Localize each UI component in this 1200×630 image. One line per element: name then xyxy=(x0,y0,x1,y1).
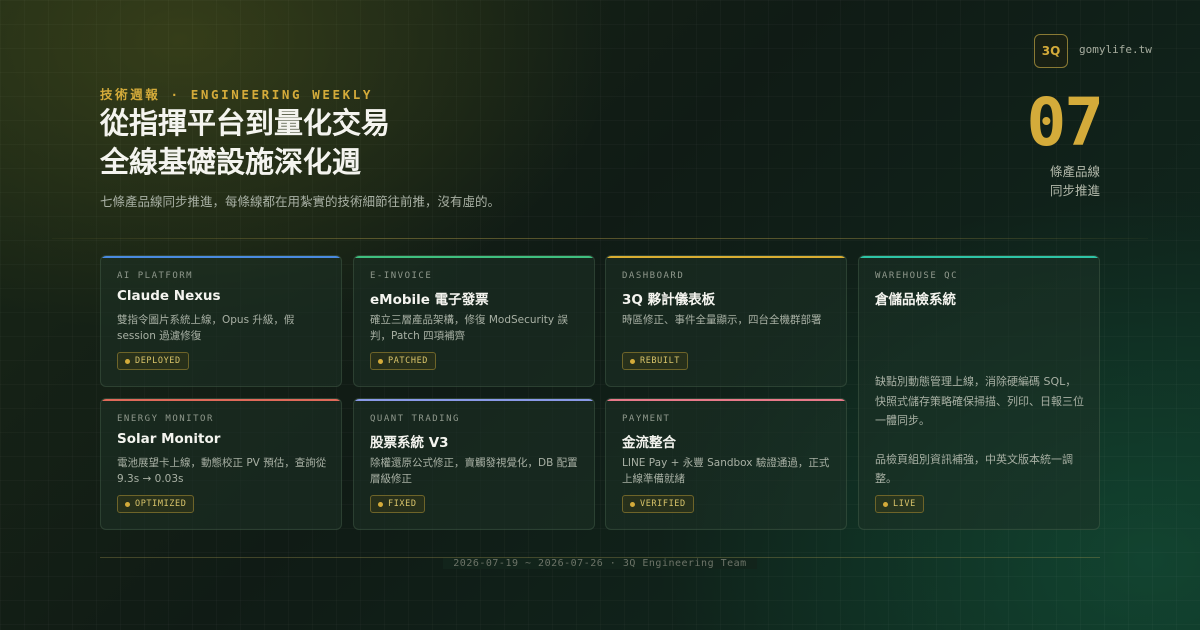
status-badge-label: FIXED xyxy=(388,499,417,509)
card-description: 雙指令圖片系統上線，Opus 升級，假 session 過濾修復 xyxy=(117,314,295,342)
card-description: 電池展望卡上線，動態校正 PV 預估，查詢從 9.3s → 0.03s xyxy=(117,457,327,485)
stat-label-line2: 同步推進 xyxy=(1049,183,1100,198)
card-category: WAREHOUSE QC xyxy=(875,271,959,281)
card-description: 時區修正、事件全量顯示，四台全機群部署 xyxy=(622,314,822,326)
status-badge-label: PATCHED xyxy=(388,356,429,366)
card-dashboard: DASHBOARD 3Q 夥計儀表板 時區修正、事件全量顯示，四台全機群部署 R… xyxy=(605,255,847,387)
card-title: 股票系統 V3 xyxy=(370,435,449,451)
status-dot-icon xyxy=(125,358,130,364)
status-dot-icon xyxy=(883,501,888,507)
status-dot-icon xyxy=(378,501,383,507)
status-badge-label: OPTIMIZED xyxy=(135,499,187,509)
footer-text: 2026-07-19 ~ 2026-07-26 · 3Q Engineering… xyxy=(443,558,757,569)
card-title: 金流整合 xyxy=(622,435,676,451)
status-dot-icon xyxy=(630,501,635,507)
page-subtitle: 七條產品線同步推進，每條線都在用紮實的技術細節往前推，沒有虛的。 xyxy=(100,194,501,209)
brand-domain: gomylife.tw xyxy=(1079,43,1152,56)
card-title: 3Q 夥計儀表板 xyxy=(622,292,716,308)
card-category: AI PLATFORM xyxy=(117,271,194,281)
card-e-invoice: E-INVOICE eMobile 電子發票 確立三層產品架構，修復 ModSe… xyxy=(353,255,595,387)
card-description: 確立三層產品架構，修復 ModSecurity 誤判，Patch 四項補齊 xyxy=(370,314,568,342)
status-badge: VERIFIED xyxy=(622,495,694,513)
page-title-line2: 全線基礎設施深化週 xyxy=(100,145,362,179)
header-divider xyxy=(52,238,1148,239)
status-badge: DEPLOYED xyxy=(117,352,189,370)
status-badge: LIVE xyxy=(875,495,924,513)
status-dot-icon xyxy=(630,358,635,364)
kicker: 技術週報 · ENGINEERING WEEKLY xyxy=(100,87,374,102)
card-category: ENERGY MONITOR xyxy=(117,414,214,424)
card-title: 倉儲品檢系統 xyxy=(875,292,956,308)
card-payment: PAYMENT 金流整合 LINE Pay + 永豐 Sandbox 驗證通過，… xyxy=(605,398,847,530)
card-category: DASHBOARD xyxy=(622,271,685,281)
card-ai-platform: AI PLATFORM Claude Nexus 雙指令圖片系統上線，Opus … xyxy=(100,255,342,387)
card-description-paragraph: 缺點別動態管理上線，消除硬編碼 SQL，快照式儲存策略確保掃描、列印、日報三位一… xyxy=(875,375,1084,427)
card-description-paragraph: 品檢頁組別資訊補強，中英文版本統一調整。 xyxy=(875,452,1073,486)
status-badge: PATCHED xyxy=(370,352,437,370)
card-title: Solar Monitor xyxy=(117,431,221,447)
card-category: QUANT TRADING xyxy=(370,414,460,424)
card-description: LINE Pay + 永豐 Sandbox 驗證通過，正式上線準備就緒 xyxy=(622,457,830,485)
page-title-line1: 從指揮平台到量化交易 xyxy=(100,106,391,140)
status-badge: FIXED xyxy=(370,495,425,513)
status-badge-label: DEPLOYED xyxy=(135,356,181,366)
card-category: PAYMENT xyxy=(622,414,671,424)
card-quant-trading: QUANT TRADING 股票系統 V3 除權還原公式修正，賣觸發視覺化，DB… xyxy=(353,398,595,530)
status-badge-label: VERIFIED xyxy=(640,499,686,509)
stat-label-line1: 條產品線 xyxy=(1049,164,1100,179)
card-description: 缺點別動態管理上線，消除硬編碼 SQL，快照式儲存策略確保掃描、列印、日報三位一… xyxy=(875,372,1085,489)
card-category: E-INVOICE xyxy=(370,271,433,281)
footer: 2026-07-19 ~ 2026-07-26 · 3Q Engineering… xyxy=(0,551,1200,570)
card-energy-monitor: ENERGY MONITOR Solar Monitor 電池展望卡上線，動態校… xyxy=(100,398,342,530)
card-title: Claude Nexus xyxy=(117,288,221,304)
card-description: 除權還原公式修正，賣觸發視覺化，DB 配置層級修正 xyxy=(370,457,578,485)
card-warehouse-qc: WAREHOUSE QC 倉儲品檢系統 缺點別動態管理上線，消除硬編碼 SQL，… xyxy=(858,255,1100,530)
stat-label: 條產品線 同步推進 xyxy=(980,162,1100,200)
status-dot-icon xyxy=(378,358,383,364)
stat-value: 07 xyxy=(1026,84,1104,161)
status-badge: OPTIMIZED xyxy=(117,495,195,513)
status-dot-icon xyxy=(125,501,130,507)
status-badge-label: LIVE xyxy=(893,499,916,509)
card-title: eMobile 電子發票 xyxy=(370,292,489,308)
status-badge-label: REBUILT xyxy=(640,356,681,366)
brand-logo: 3Q xyxy=(1034,34,1068,68)
page-title: 從指揮平台到量化交易 全線基礎設施深化週 xyxy=(100,104,390,182)
status-badge: REBUILT xyxy=(622,352,689,370)
